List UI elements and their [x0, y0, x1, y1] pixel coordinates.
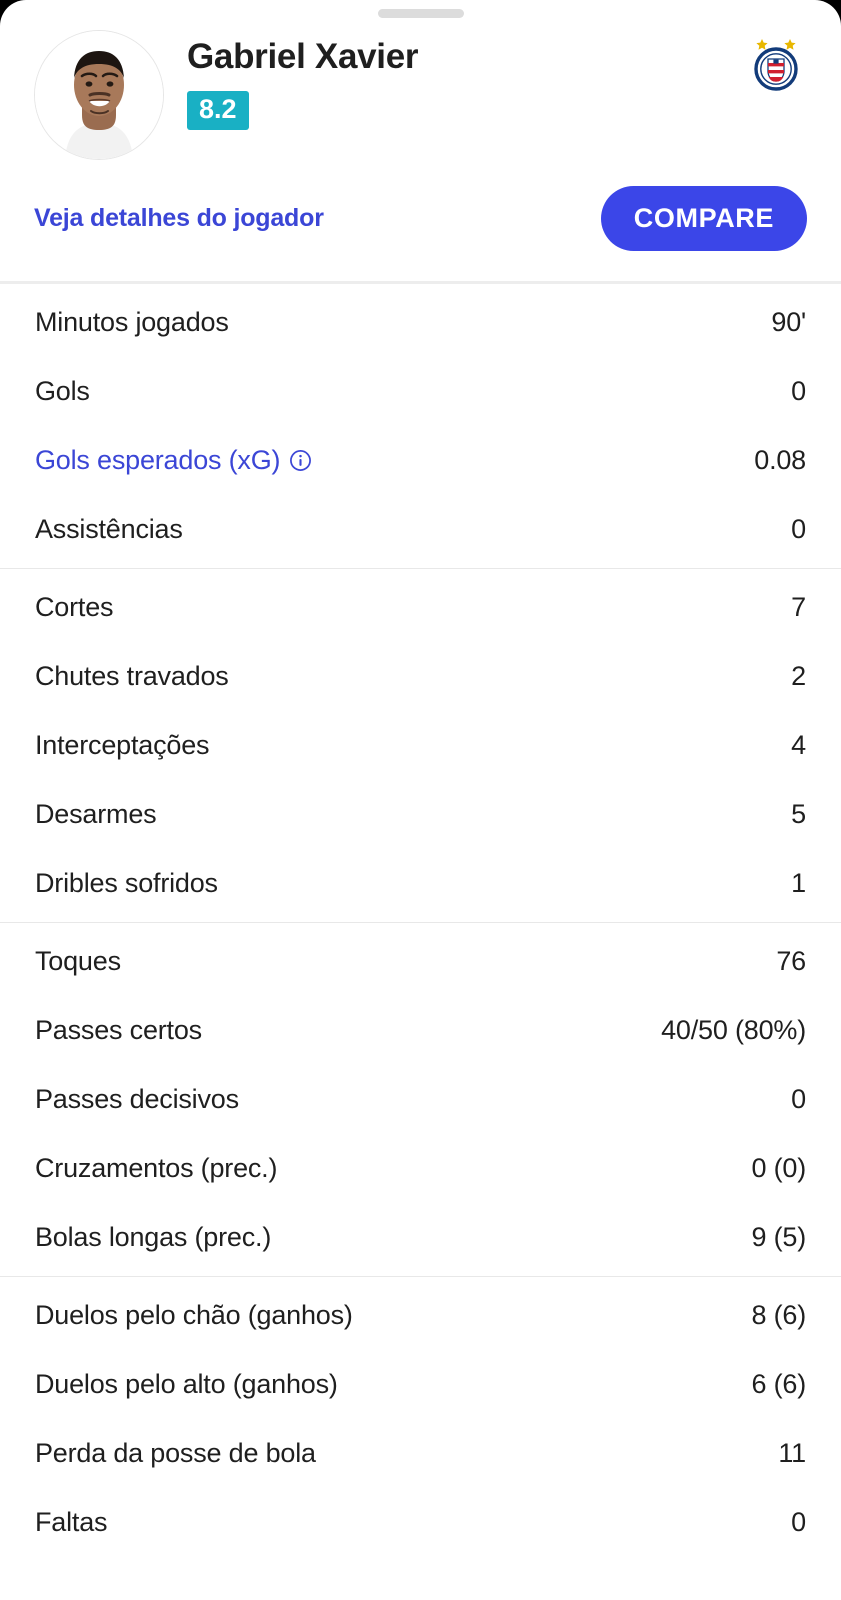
stat-label-text: Toques	[35, 946, 121, 976]
player-name-block: Gabriel Xavier 8.2	[187, 30, 807, 130]
duels-stats: Duelos pelo chão (ganhos) 8 (6) Duelos pel…	[0, 1276, 841, 1561]
stat-row: Desarmes 5	[0, 780, 841, 849]
stat-label-text: Minutos jogados	[35, 307, 229, 337]
stat-value: 1	[791, 868, 806, 898]
stat-row[interactable]: Gols esperados (xG) 0.08	[0, 426, 841, 495]
stat-label-text: Cruzamentos (prec.)	[35, 1153, 278, 1183]
player-header-actions: Veja detalhes do jogador COMPARE	[34, 186, 807, 281]
stat-value: 0.08	[754, 445, 806, 475]
esporte-clube-bahia-crest	[745, 30, 807, 92]
stat-label-text: Interceptações	[35, 730, 210, 760]
stat-value: 2	[791, 661, 806, 691]
stat-label-text: Gols	[35, 376, 90, 406]
stat-row: Cortes 7	[0, 573, 841, 642]
stat-label: Interceptações	[35, 730, 210, 761]
stat-label: Passes decisivos	[35, 1084, 239, 1115]
stat-label: Assistências	[35, 514, 183, 545]
compare-button[interactable]: COMPARE	[600, 186, 807, 251]
stat-value: 8 (6)	[751, 1300, 806, 1330]
stat-label-text: Bolas longas (prec.)	[35, 1222, 272, 1252]
stat-value: 11	[778, 1438, 806, 1468]
stats-list: Minutos jogados 90' Gols 0 Gols esperados (x…	[0, 284, 841, 1561]
stat-label: Desarmes	[35, 799, 157, 830]
stat-label: Duelos pelo alto (ganhos)	[35, 1369, 338, 1400]
stat-label-text: Passes decisivos	[35, 1084, 239, 1114]
rating-badge: 8.2	[187, 90, 249, 130]
stat-row: Duelos pelo alto (ganhos) 6 (6)	[0, 1350, 841, 1419]
stat-value: 4	[791, 730, 806, 760]
stat-label-text: Dribles sofridos	[35, 868, 218, 898]
info-icon[interactable]	[289, 449, 312, 472]
stat-row: Assistências 0	[0, 495, 841, 564]
stat-row: Cruzamentos (prec.) 0 (0)	[0, 1134, 841, 1203]
stat-value: 5	[791, 799, 806, 829]
stat-value: 0	[791, 1507, 806, 1537]
stat-label-text: Duelos pelo chão (ganhos)	[35, 1300, 353, 1330]
stat-label: Faltas	[35, 1507, 108, 1538]
page-title: Gabriel Xavier	[187, 37, 419, 76]
stat-label: Duelos pelo chão (ganhos)	[35, 1300, 353, 1331]
stat-label: Dribles sofridos	[35, 868, 218, 899]
player-details-link[interactable]: Veja detalhes do jogador	[34, 204, 324, 233]
player-avatar[interactable]	[34, 30, 164, 160]
stat-label: Cruzamentos (prec.)	[35, 1153, 277, 1184]
stat-row: Chutes travados 2	[0, 642, 841, 711]
stat-value: 9 (5)	[751, 1222, 806, 1252]
stat-label: Perda da posse de bola	[35, 1438, 316, 1469]
stat-row: Toques 76	[0, 927, 841, 996]
stat-row: Passes certos 40/50 (80%)	[0, 996, 841, 1065]
stat-label: Bolas longas (prec.)	[35, 1222, 271, 1253]
stat-value: 76	[776, 946, 806, 976]
stat-label: Gols	[35, 376, 90, 407]
stat-label-text: Chutes travados	[35, 661, 229, 691]
stat-label-text: Perda da posse de bola	[35, 1438, 316, 1468]
stat-row: Interceptações 4	[0, 711, 841, 780]
stat-label: Passes certos	[35, 1015, 202, 1046]
stat-label-text: Passes certos	[35, 1015, 202, 1045]
stat-row: Bolas longas (prec.) 9 (5)	[0, 1203, 841, 1272]
stat-label-text: Desarmes	[35, 799, 157, 829]
stat-row: Minutos jogados 90'	[0, 288, 841, 357]
player-header: Gabriel Xavier 8.2 Veja detalhes do joga…	[0, 0, 841, 281]
stat-label-text: Assistências	[35, 514, 183, 544]
stat-value: 0	[791, 376, 806, 406]
stat-value: 40/50 (80%)	[661, 1015, 806, 1045]
stat-label-text: Faltas	[35, 1507, 108, 1537]
stat-label-text: Gols esperados (xG)	[35, 445, 281, 475]
player-stats-bottom-sheet: Gabriel Xavier 8.2 Veja detalhes do joga…	[0, 0, 841, 1600]
stat-label-text: Cortes	[35, 592, 114, 622]
stat-row: Duelos pelo chão (ganhos) 8 (6)	[0, 1281, 841, 1350]
defending-stats: Cortes 7 Chutes travados 2 Interceptações 4 De…	[0, 568, 841, 922]
stat-label: Minutos jogados	[35, 307, 229, 338]
stat-value: 6 (6)	[751, 1369, 806, 1399]
passing-stats: Toques 76 Passes certos 40/50 (80%) Passes d…	[0, 922, 841, 1276]
stat-label[interactable]: Gols esperados (xG)	[35, 445, 312, 476]
stat-value: 7	[791, 592, 806, 622]
stat-row: Dribles sofridos 1	[0, 849, 841, 918]
stat-value: 0	[791, 1084, 806, 1114]
stat-value: 0 (0)	[751, 1153, 806, 1183]
player-identity-row: Gabriel Xavier 8.2	[34, 30, 807, 160]
stat-label: Toques	[35, 946, 121, 977]
stat-label: Chutes travados	[35, 661, 229, 692]
attacking-stats: Minutos jogados 90' Gols 0 Gols esperados (x…	[0, 284, 841, 568]
stat-row: Faltas 0	[0, 1488, 841, 1557]
stat-label-text: Duelos pelo alto (ganhos)	[35, 1369, 338, 1399]
stat-row: Perda da posse de bola 11	[0, 1419, 841, 1488]
stat-row: Gols 0	[0, 357, 841, 426]
stat-value: 0	[791, 514, 806, 544]
stat-value: 90'	[771, 307, 806, 337]
stat-row: Passes decisivos 0	[0, 1065, 841, 1134]
stat-label: Cortes	[35, 592, 114, 623]
